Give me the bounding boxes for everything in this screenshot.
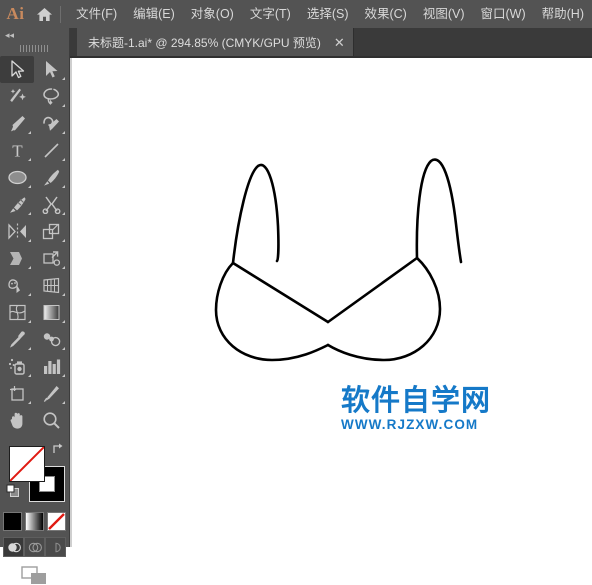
blob-brush-tool[interactable] [0,191,34,218]
draw-normal-button[interactable] [3,537,24,557]
menu-select[interactable]: 选择(S) [299,0,357,28]
tool-group-indicator [62,266,65,269]
tool-group-indicator [28,320,31,323]
menu-help[interactable]: 帮助(H) [534,0,592,28]
hand-tool[interactable] [0,407,34,434]
panel-drag-handle[interactable] [0,42,69,54]
type-tool[interactable]: T [0,137,34,164]
watermark-url-text: WWW.RJZXW.COM [341,417,479,433]
paintbrush-tool[interactable] [34,164,68,191]
gradient-tool[interactable] [34,299,68,326]
close-icon[interactable]: ✕ [334,36,345,49]
menu-item-list: 文件(F) 编辑(E) 对象(O) 文字(T) 选择(S) 效果(C) 视图(V… [68,0,592,28]
lasso-tool[interactable] [34,83,68,110]
symbol-sprayer-tool[interactable] [0,353,34,380]
bra-line-drawing[interactable] [70,58,592,547]
tool-group-indicator [62,320,65,323]
menu-object[interactable]: 对象(O) [183,0,242,28]
none-mode-button[interactable] [47,512,66,531]
screen-mode-button[interactable] [0,566,69,585]
free-transform-tool[interactable] [34,245,68,272]
tool-group-indicator [28,293,31,296]
tool-group-indicator [62,401,65,404]
perspective-grid-tool[interactable] [34,272,68,299]
default-fill-stroke-icon[interactable] [6,484,20,498]
svg-text:T: T [12,142,23,161]
swap-fill-stroke-icon[interactable] [51,442,65,456]
tool-group-indicator [28,266,31,269]
eyedropper-tool[interactable] [0,326,34,353]
blend-tool[interactable] [34,326,68,353]
home-icon[interactable] [31,0,58,28]
color-mode-row [0,512,69,531]
tool-group-indicator [28,212,31,215]
draw-behind-button[interactable] [24,537,45,557]
tool-group-indicator [62,131,65,134]
tool-group-indicator [62,293,65,296]
gradient-mode-button[interactable] [25,512,44,531]
document-tab-bar: 未标题-1.ai* @ 294.85% (CMYK/GPU 预览) ✕ [70,28,592,58]
tool-group-indicator [28,374,31,377]
direct-selection-tool[interactable] [34,56,68,83]
mesh-tool[interactable] [0,299,34,326]
fill-swatch[interactable] [9,446,45,482]
fill-stroke-control [0,438,70,510]
selection-tool[interactable] [0,56,34,83]
pen-tool[interactable] [0,110,34,137]
fill-none-slash-icon [10,447,44,481]
tool-group-indicator [28,131,31,134]
tool-group-indicator [28,185,31,188]
tools-panel: ◂◂ T [0,28,70,584]
rotate-tool[interactable] [0,218,34,245]
menu-bar: Ai 文件(F) 编辑(E) 对象(O) 文字(T) 选择(S) 效果(C) 视… [0,0,592,28]
document-tab[interactable]: 未标题-1.ai* @ 294.85% (CMYK/GPU 预览) ✕ [77,28,354,56]
magic-wand-tool[interactable] [0,83,34,110]
watermark-chinese-text: 软件自学网 [341,383,492,417]
tool-group-indicator [62,347,65,350]
menu-view[interactable]: 视图(V) [415,0,473,28]
tool-group-indicator [28,158,31,161]
line-segment-tool[interactable] [34,137,68,164]
tool-group-indicator [28,347,31,350]
app-logo: Ai [6,4,25,23]
collapse-panel-icon[interactable]: ◂◂ [0,28,69,42]
slice-tool[interactable] [34,380,68,407]
tool-group-indicator [62,104,65,107]
menu-divider [60,5,62,23]
tool-group-indicator [62,158,65,161]
zoom-tool[interactable] [34,407,68,434]
tool-grid: T [0,54,69,434]
shape-builder-tool[interactable] [0,272,34,299]
document-canvas[interactable] [70,58,592,547]
menu-window[interactable]: 窗口(W) [473,0,534,28]
scale-tool[interactable] [34,218,68,245]
artboard-tool[interactable] [0,380,34,407]
tool-group-indicator [62,374,65,377]
menu-file[interactable]: 文件(F) [68,0,125,28]
tool-group-indicator [28,239,31,242]
tool-group-indicator [62,77,65,80]
illustrator-window: Ai 文件(F) 编辑(E) 对象(O) 文字(T) 选择(S) 效果(C) 视… [0,0,592,584]
draw-inside-button[interactable] [45,537,66,557]
tool-group-indicator [62,212,65,215]
color-mode-button[interactable] [3,512,22,531]
draw-mode-row [0,537,69,557]
document-tab-title: 未标题-1.ai* @ 294.85% (CMYK/GPU 预览) [88,35,321,50]
width-tool[interactable] [0,245,34,272]
tool-group-indicator [28,401,31,404]
watermark: 软件自学网 WWW.RJZXW.COM [341,383,496,433]
menu-effect[interactable]: 效果(C) [356,0,414,28]
column-graph-tool[interactable] [34,353,68,380]
menu-type[interactable]: 文字(T) [242,0,299,28]
canvas-left-edge [70,58,72,547]
ellipse-tool[interactable] [0,164,34,191]
menu-edit[interactable]: 编辑(E) [125,0,183,28]
curvature-tool[interactable] [34,110,68,137]
eraser-tool[interactable] [34,191,68,218]
tool-group-indicator [62,239,65,242]
tool-group-indicator [62,185,65,188]
